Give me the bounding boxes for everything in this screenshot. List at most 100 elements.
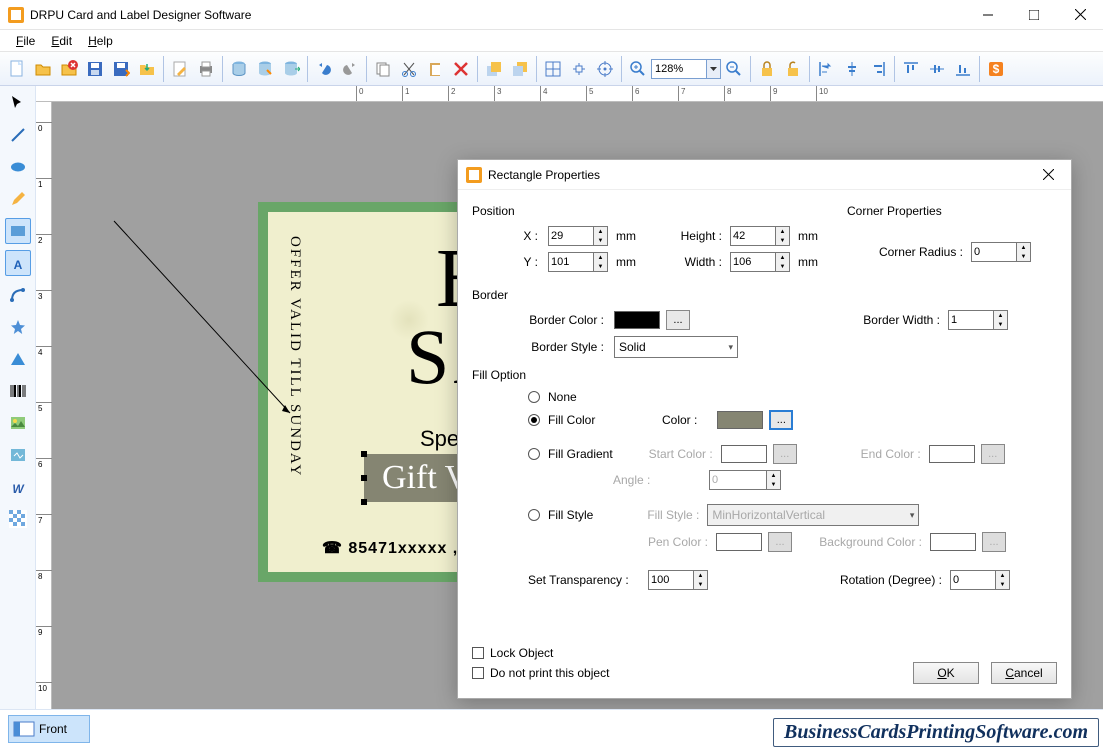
zoom-out-icon[interactable] [722, 57, 746, 81]
zoom-dropdown[interactable] [707, 59, 721, 79]
copy-icon[interactable] [371, 57, 395, 81]
height-spinner[interactable]: ▲▼ [776, 226, 790, 246]
transparency-input[interactable] [648, 570, 694, 590]
new-icon[interactable] [5, 57, 29, 81]
pointer-tool[interactable] [5, 90, 31, 116]
zoom-value[interactable]: 128% [651, 59, 707, 79]
star-tool[interactable] [5, 314, 31, 340]
target-icon[interactable] [593, 57, 617, 81]
dialog-titlebar[interactable]: Rectangle Properties [458, 160, 1071, 190]
app-icon [8, 7, 24, 23]
noprint-checkbox[interactable] [472, 667, 484, 679]
x-spinner[interactable]: ▲▼ [594, 226, 608, 246]
menu-file[interactable]: File [8, 32, 43, 50]
rotation-spinner[interactable]: ▲▼ [996, 570, 1010, 590]
redo-icon[interactable] [338, 57, 362, 81]
unlock-icon[interactable] [781, 57, 805, 81]
cut-icon[interactable] [397, 57, 421, 81]
width-input[interactable] [730, 252, 776, 272]
image-tool[interactable] [5, 410, 31, 436]
edit-icon[interactable] [168, 57, 192, 81]
border-color-picker[interactable]: ... [666, 310, 690, 330]
align-center-v-icon[interactable] [925, 57, 949, 81]
align-top-icon[interactable] [899, 57, 923, 81]
database-export-icon[interactable] [279, 57, 303, 81]
cancel-button[interactable]: Cancel [991, 662, 1057, 684]
undo-icon[interactable] [312, 57, 336, 81]
align-bottom-icon[interactable] [951, 57, 975, 81]
arc-tool[interactable] [5, 282, 31, 308]
zoom-in-icon[interactable] [626, 57, 650, 81]
offer-text[interactable]: OFFER VALID TILL SUNDAY [286, 236, 303, 477]
radio-fill-gradient[interactable] [528, 448, 540, 460]
grid-icon[interactable] [541, 57, 565, 81]
barcode-tool[interactable] [5, 378, 31, 404]
text-tool[interactable]: A [5, 250, 31, 276]
end-color-label: End Color : [797, 447, 921, 461]
ok-button[interactable]: OK [913, 662, 979, 684]
dialog-close-button[interactable] [1033, 160, 1063, 190]
height-input[interactable] [730, 226, 776, 246]
border-width-label: Border Width : [690, 313, 940, 327]
lock-checkbox[interactable] [472, 647, 484, 659]
menu-help[interactable]: Help [80, 32, 121, 50]
phone-text[interactable]: ☎ 85471xxxxx ,95 [322, 538, 478, 558]
radio-fill-color[interactable] [528, 414, 540, 426]
radio-fill-style[interactable] [528, 509, 540, 521]
start-color-swatch [721, 445, 767, 463]
corner-radius-spinner[interactable]: ▲▼ [1017, 242, 1031, 262]
maximize-button[interactable] [1011, 0, 1057, 30]
database-edit-icon[interactable] [253, 57, 277, 81]
noprint-label: Do not print this object [490, 666, 609, 680]
bring-front-icon[interactable] [482, 57, 506, 81]
save-icon[interactable] [83, 57, 107, 81]
close-button[interactable] [1057, 0, 1103, 30]
pattern-tool[interactable] [5, 506, 31, 532]
transparency-spinner[interactable]: ▲▼ [694, 570, 708, 590]
align-right-icon[interactable] [866, 57, 890, 81]
database-icon[interactable] [227, 57, 251, 81]
align-left-icon[interactable] [814, 57, 838, 81]
angle-input [709, 470, 767, 490]
open-icon[interactable] [31, 57, 55, 81]
front-tab[interactable]: Front [8, 715, 90, 743]
price-icon[interactable]: $ [984, 57, 1008, 81]
print-icon[interactable] [194, 57, 218, 81]
radio-none[interactable] [528, 391, 540, 403]
fill-color-picker[interactable]: ... [769, 410, 793, 430]
delete-icon[interactable] [449, 57, 473, 81]
snap-icon[interactable] [567, 57, 591, 81]
end-color-picker: ... [981, 444, 1005, 464]
border-color-swatch[interactable] [614, 311, 660, 329]
align-center-h-icon[interactable] [840, 57, 864, 81]
pencil-tool[interactable] [5, 186, 31, 212]
fill-color-swatch[interactable] [717, 411, 763, 429]
export-icon[interactable] [135, 57, 159, 81]
close-file-icon[interactable] [57, 57, 81, 81]
color-label: Color : [595, 413, 697, 427]
triangle-tool[interactable] [5, 346, 31, 372]
rotation-input[interactable] [950, 570, 996, 590]
wordart-tool[interactable]: W [5, 474, 31, 500]
y-input[interactable] [548, 252, 594, 272]
paste-icon[interactable] [423, 57, 447, 81]
width-spinner[interactable]: ▲▼ [776, 252, 790, 272]
fill-style-label: Fill Style [548, 508, 593, 522]
y-spinner[interactable]: ▲▼ [594, 252, 608, 272]
rectangle-tool[interactable] [5, 218, 31, 244]
border-width-spinner[interactable]: ▲▼ [994, 310, 1008, 330]
border-width-input[interactable] [948, 310, 994, 330]
ellipse-tool[interactable] [5, 154, 31, 180]
library-tool[interactable] [5, 442, 31, 468]
dialog-icon [466, 167, 482, 183]
send-back-icon[interactable] [508, 57, 532, 81]
menu-edit[interactable]: Edit [43, 32, 80, 50]
x-input[interactable] [548, 226, 594, 246]
minimize-button[interactable] [965, 0, 1011, 30]
border-style-select[interactable]: Solid▾ [614, 336, 738, 358]
tool-palette: A W [0, 86, 36, 709]
line-tool[interactable] [5, 122, 31, 148]
lock-icon[interactable] [755, 57, 779, 81]
corner-radius-input[interactable] [971, 242, 1017, 262]
save-as-icon[interactable] [109, 57, 133, 81]
